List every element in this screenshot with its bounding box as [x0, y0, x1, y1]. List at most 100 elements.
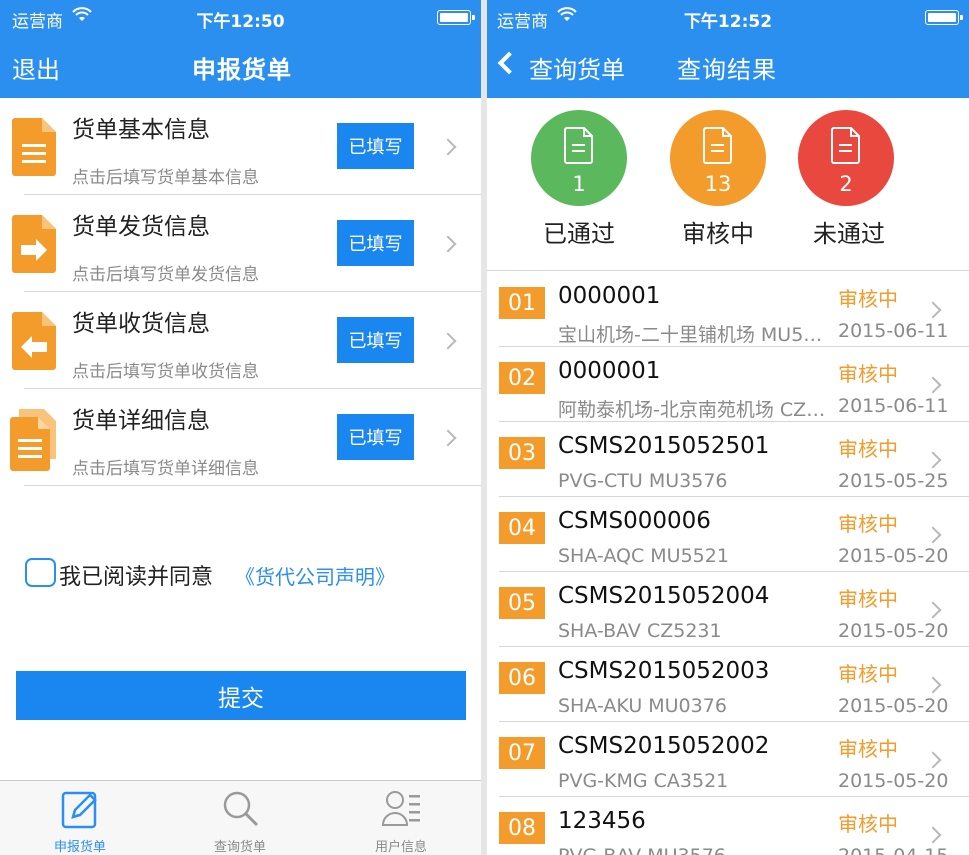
item-date: 2015-04-15: [838, 845, 948, 855]
chevron-right-icon: [924, 601, 942, 619]
item-date: 2015-05-20: [838, 545, 949, 567]
item-date: 2015-05-25: [838, 470, 949, 492]
item-date: 2015-05-20: [838, 770, 949, 792]
form-row-receiving-info[interactable]: 货单收货信息 点击后填写货单收货信息 已填写: [0, 292, 481, 389]
submit-button[interactable]: 提交: [16, 671, 466, 720]
tab-label: 用户信息: [374, 840, 427, 855]
row-subtitle: 点击后填写货单发货信息: [72, 265, 259, 285]
chevron-right-icon: [924, 301, 942, 319]
item-date: 2015-06-11: [838, 320, 949, 342]
item-date: 2015-05-20: [838, 695, 949, 717]
tab-declare-waybill[interactable]: 申报货单: [20, 781, 140, 855]
list-item[interactable]: 02 0000001 阿勒泰机场-北京南苑机场 CZ5231 审核中 2015-…: [487, 347, 969, 422]
tab-label: 查询货单: [213, 840, 266, 855]
chevron-right-icon: [924, 376, 942, 394]
item-route: PVG-KMG CA3521: [558, 770, 729, 792]
item-status: 审核中: [838, 812, 898, 836]
item-status: 审核中: [838, 362, 898, 386]
search-icon: [223, 791, 259, 827]
filled-button[interactable]: 已填写: [337, 123, 414, 169]
logout-button[interactable]: 退出: [12, 50, 60, 85]
chevron-right-icon: [924, 451, 942, 469]
row-title: 货单基本信息: [72, 117, 210, 143]
item-status: 审核中: [838, 512, 898, 536]
item-number: 02: [499, 362, 545, 394]
list-item[interactable]: 04 CSMS000006 SHA-AQC MU5521 审核中 2015-05…: [487, 497, 969, 572]
list-item[interactable]: 08 123456 PVG-BAV MU3576 审核中 2015-04-15: [487, 797, 969, 855]
document-icon: [564, 127, 593, 164]
declare-waybill-screen: 运营商 下午12:50 退出 申报货单 货单基本信息 点击后填写货单基本信息 已…: [0, 0, 481, 855]
nav-bar: 查询货单 查询结果: [487, 34, 969, 98]
battery-icon: [437, 10, 475, 25]
filled-button[interactable]: 已填写: [337, 220, 414, 266]
item-id: CSMS2015052002: [558, 733, 770, 759]
item-status: 审核中: [838, 437, 898, 461]
agree-text: 我已阅读并同意: [59, 565, 214, 590]
tab-label: 申报货单: [53, 840, 106, 855]
item-number: 05: [499, 587, 545, 619]
form-row-basic-info[interactable]: 货单基本信息 点击后填写货单基本信息 已填写: [0, 98, 481, 195]
item-status: 审核中: [838, 662, 898, 686]
chevron-right-icon: [924, 751, 942, 769]
agree-checkbox[interactable]: [25, 558, 56, 587]
item-date: 2015-05-20: [838, 620, 949, 642]
list-item[interactable]: 05 CSMS2015052004 SHA-BAV CZ5231 审核中 201…: [487, 572, 969, 647]
rejected-count: 2: [839, 172, 853, 196]
form-row-shipping-info[interactable]: 货单发货信息 点击后填写货单发货信息 已填写: [0, 195, 481, 292]
status-bar: 运营商 下午12:50: [0, 0, 481, 34]
list-item[interactable]: 06 CSMS2015052003 SHA-AKU MU0376 审核中 201…: [487, 647, 969, 722]
edit-icon: [61, 791, 97, 829]
item-id: CSMS2015052501: [558, 433, 770, 459]
chevron-left-icon: [497, 51, 521, 75]
document-lines-icon: [12, 118, 56, 176]
row-title: 货单收货信息: [72, 311, 210, 337]
battery-icon: [925, 10, 963, 25]
document-arrow-left-icon: [12, 312, 56, 370]
list-item[interactable]: 03 CSMS2015052501 PVG-CTU MU3576 审核中 201…: [487, 422, 969, 497]
row-title: 货单详细信息: [72, 408, 210, 434]
reviewing-count: 13: [704, 172, 732, 196]
item-route: SHA-AKU MU0376: [558, 695, 727, 717]
item-id: CSMS000006: [558, 508, 711, 534]
item-route: 阿勒泰机场-北京南苑机场 CZ5231: [558, 399, 826, 421]
filled-button[interactable]: 已填写: [337, 317, 414, 363]
form-row-detail-info[interactable]: 货单详细信息 点击后填写货单详细信息 已填写: [0, 389, 481, 486]
item-status: 审核中: [838, 587, 898, 611]
item-date: 2015-06-11: [838, 395, 949, 417]
chevron-right-icon: [924, 826, 942, 844]
row-subtitle: 点击后填写货单详细信息: [72, 459, 259, 479]
item-number: 04: [499, 512, 545, 544]
item-status: 审核中: [838, 287, 898, 311]
list-item[interactable]: 01 0000001 宝山机场-二十里铺机场 MU5521 审核中 2015-0…: [487, 272, 969, 347]
item-number: 06: [499, 662, 545, 694]
filled-button[interactable]: 已填写: [337, 414, 414, 460]
item-id: 0000001: [558, 283, 661, 309]
back-label: 查询货单: [529, 56, 625, 84]
page-title: 查询结果: [677, 56, 777, 84]
approved-label: 已通过: [543, 220, 615, 248]
chevron-right-icon: [439, 138, 457, 156]
reviewing-filter[interactable]: 13: [670, 110, 766, 206]
item-id: 0000001: [558, 358, 661, 384]
document-arrow-right-icon: [12, 215, 56, 273]
tab-user-info[interactable]: 用户信息: [341, 781, 461, 855]
item-number: 01: [499, 287, 545, 319]
document-icon: [703, 127, 732, 164]
rejected-label: 未通过: [813, 220, 885, 248]
tab-query-waybill[interactable]: 查询货单: [180, 781, 300, 855]
approved-filter[interactable]: 1: [531, 110, 627, 206]
item-route: SHA-AQC MU5521: [558, 545, 729, 567]
list-item[interactable]: 07 CSMS2015052002 PVG-KMG CA3521 审核中 201…: [487, 722, 969, 797]
query-results-screen: 运营商 下午12:52 查询货单 查询结果 1 已通过 13 审核中 2 未通过: [487, 0, 969, 855]
rejected-filter[interactable]: 2: [798, 110, 894, 206]
chevron-right-icon: [924, 526, 942, 544]
item-route: SHA-BAV CZ5231: [558, 620, 722, 642]
nav-bar: 退出 申报货单: [0, 34, 481, 98]
item-route: PVG-BAV MU3576: [558, 845, 826, 855]
document-icon: [831, 127, 860, 164]
row-title: 货单发货信息: [72, 214, 210, 240]
item-id: CSMS2015052003: [558, 658, 770, 684]
item-route: 宝山机场-二十里铺机场 MU5521: [558, 324, 826, 346]
item-number: 07: [499, 737, 545, 769]
statement-link[interactable]: 《货代公司声明》: [235, 561, 395, 590]
